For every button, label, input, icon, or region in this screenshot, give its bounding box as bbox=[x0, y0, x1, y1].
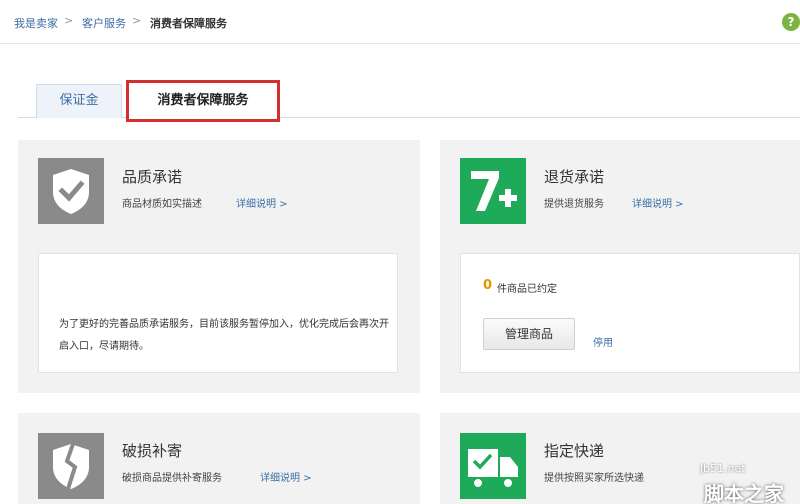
card-title: 破损补寄 bbox=[122, 442, 183, 460]
card-quality-promise: 品质承诺 商品材质如实描述 详细说明 > 为了更好的完善品质承诺服务，目前该服务… bbox=[18, 140, 420, 393]
manage-products-button[interactable]: 管理商品 bbox=[483, 318, 575, 350]
card-title: 品质承诺 bbox=[122, 168, 183, 186]
card-return-promise: 退货承诺 提供退货服务 详细说明 > 0 件商品已约定 管理商品 停用 bbox=[440, 140, 800, 393]
breadcrumb-seller[interactable]: 我是卖家 bbox=[14, 15, 58, 31]
details-link[interactable]: 详细说明 > bbox=[236, 195, 288, 210]
seven-plus-icon bbox=[460, 158, 526, 224]
watermark-site: jb51.net bbox=[700, 462, 746, 475]
tab-deposit[interactable]: 保证金 bbox=[36, 84, 122, 118]
broken-shield-icon bbox=[38, 433, 104, 499]
shield-check-icon bbox=[38, 158, 104, 224]
card-description: 提供退货服务 bbox=[544, 199, 604, 210]
help-icon[interactable]: ? bbox=[782, 13, 800, 31]
service-paused-notice: 为了更好的完善品质承诺服务，目前该服务暂停加入，优化完成后会再次开启入口，尽请期… bbox=[59, 319, 389, 352]
watermark-brand: 脚本之家 bbox=[704, 482, 784, 504]
breadcrumb-customer-service[interactable]: 客户服务 bbox=[82, 15, 126, 31]
breadcrumb-separator: > bbox=[64, 14, 74, 27]
breadcrumb-current: 消费者保障服务 bbox=[150, 17, 227, 30]
notice-panel: 为了更好的完善品质承诺服务，目前该服务暂停加入，优化完成后会再次开启入口，尽请期… bbox=[38, 253, 398, 373]
product-panel: 0 件商品已约定 管理商品 停用 bbox=[460, 253, 800, 373]
card-description: 提供按照买家所选快递 bbox=[544, 473, 644, 484]
product-count: 0 bbox=[483, 278, 493, 293]
delivery-truck-icon bbox=[460, 433, 526, 499]
card-damage-reship: 破损补寄 破损商品提供补寄服务 详细说明 > bbox=[18, 413, 420, 504]
details-link[interactable]: 详细说明 > bbox=[632, 195, 684, 210]
card-title: 退货承诺 bbox=[544, 168, 605, 186]
breadcrumb: 我是卖家 > 客户服务 > 消费者保障服务 ? bbox=[0, 0, 800, 44]
card-description: 破损商品提供补寄服务 bbox=[122, 473, 222, 484]
product-count-label: 件商品已约定 bbox=[497, 284, 557, 295]
card-title: 指定快递 bbox=[544, 442, 605, 460]
card-description: 商品材质如实描述 bbox=[122, 199, 202, 210]
breadcrumb-separator: > bbox=[132, 14, 142, 27]
tab-consumer-protection[interactable]: 消费者保障服务 bbox=[126, 80, 280, 122]
disable-link[interactable]: 停用 bbox=[593, 334, 613, 349]
details-link[interactable]: 详细说明 > bbox=[260, 469, 312, 484]
